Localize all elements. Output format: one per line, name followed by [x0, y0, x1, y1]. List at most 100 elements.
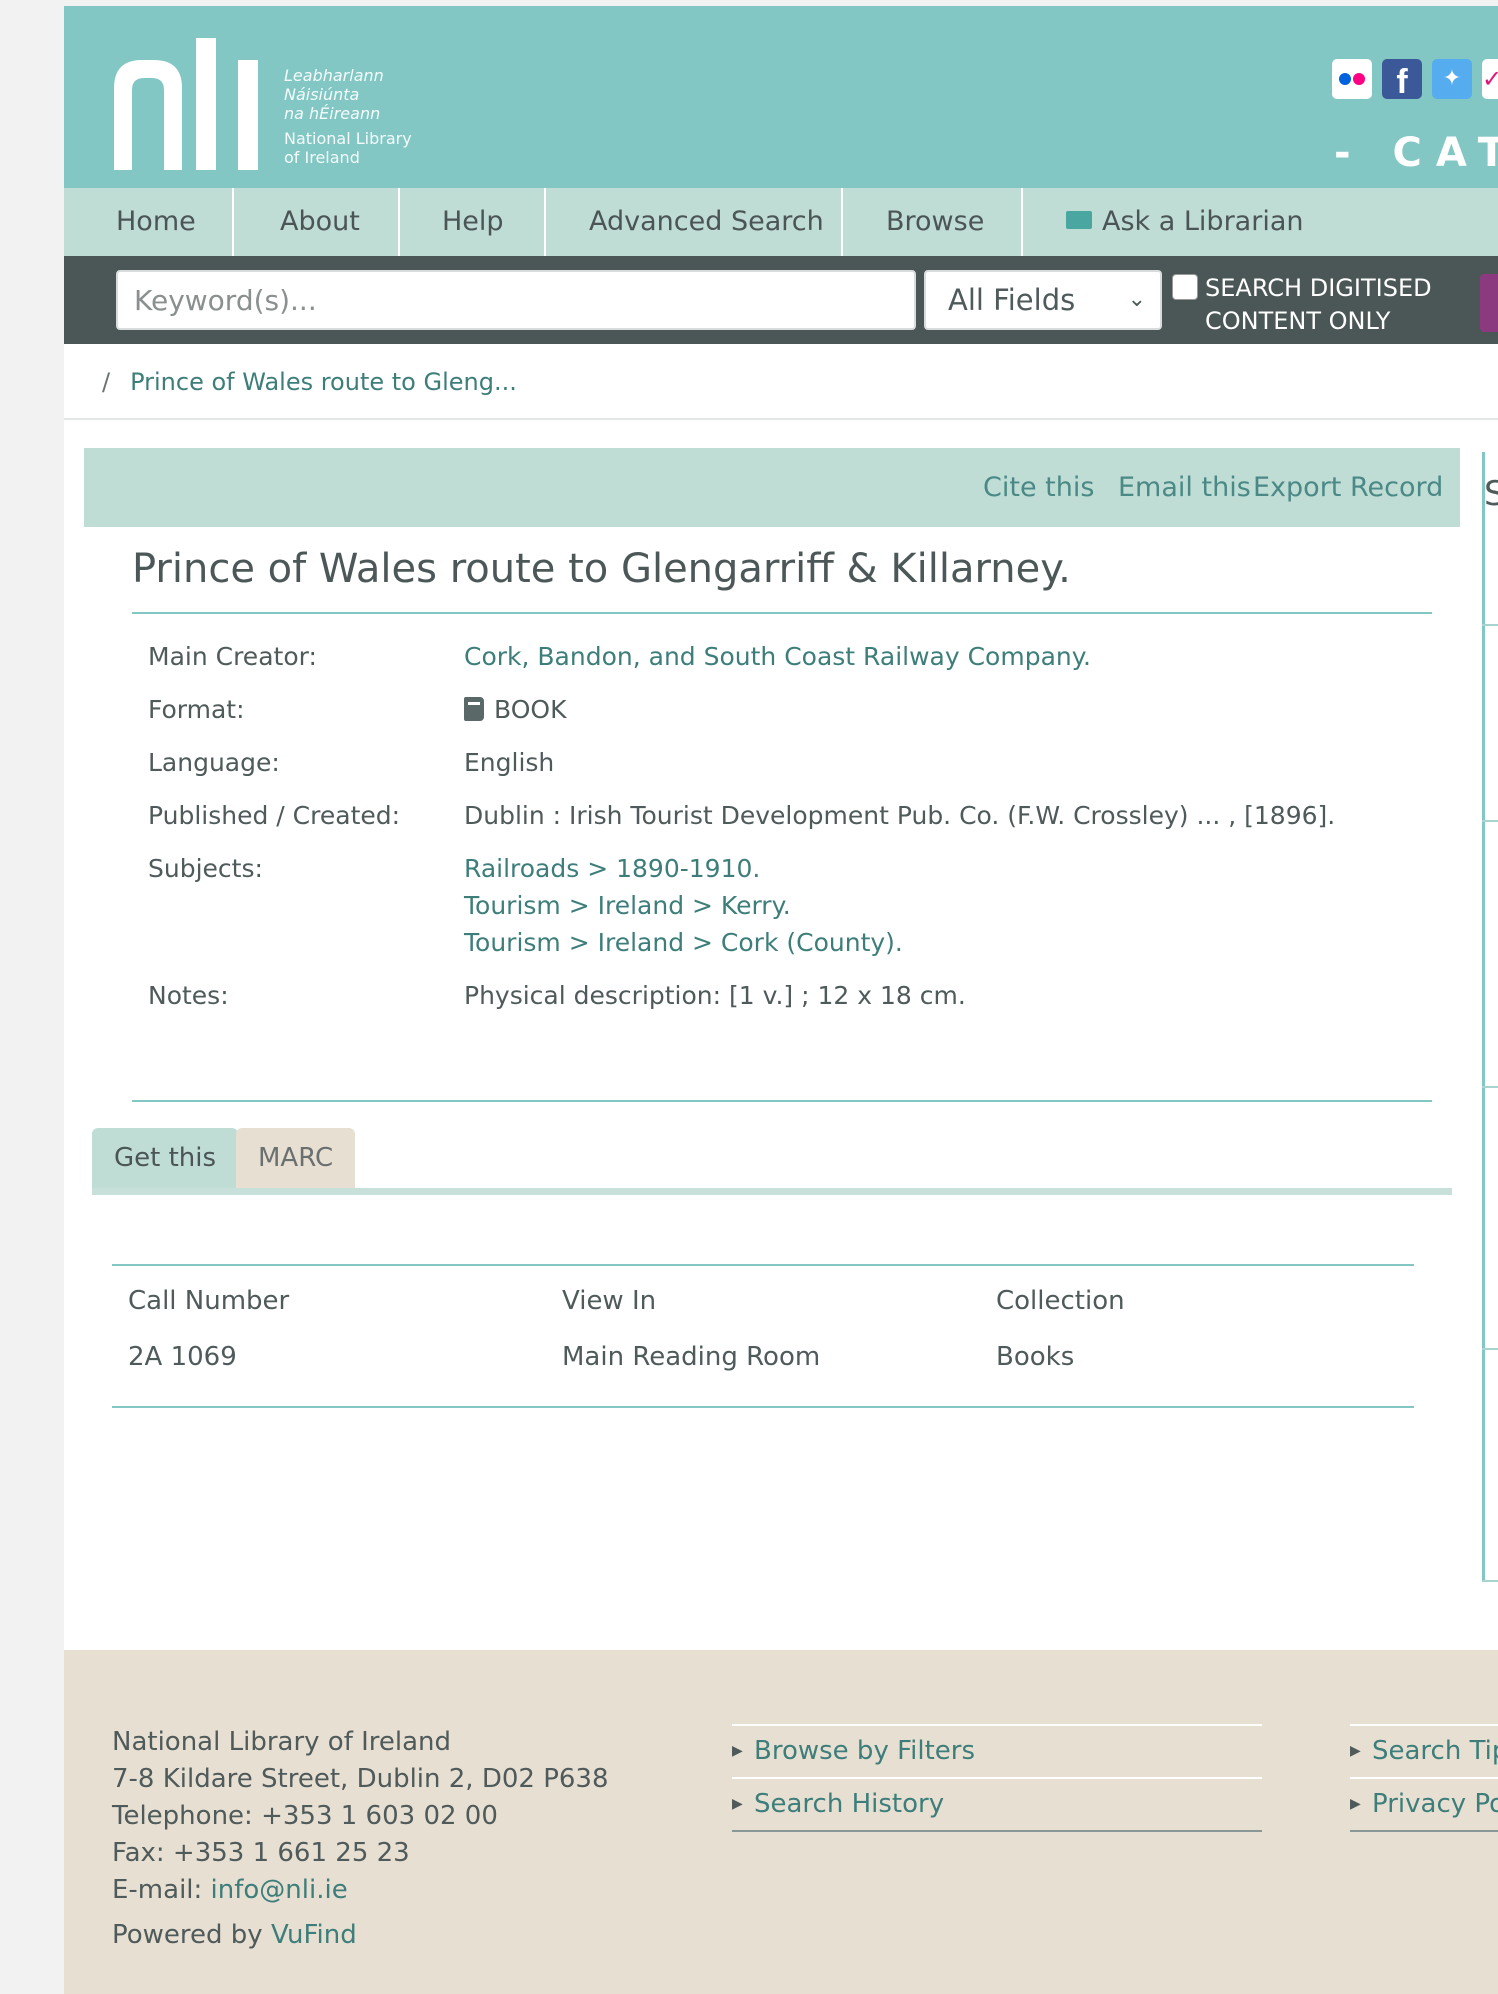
holdings-table: Call Number View In Collection 2A 1069 M…	[112, 1268, 1414, 1386]
footer-email-label: E-mail:	[112, 1875, 203, 1905]
catalogue-heading: - CAT	[1334, 130, 1498, 176]
logo-wordmark: Leabharlann Náisiúnta na hÉireann Nation…	[284, 66, 412, 167]
subject-line: Railroads > 1890-1910.	[464, 854, 761, 883]
nav-help[interactable]: Help	[442, 188, 504, 256]
footer-email-link[interactable]: info@nli.ie	[211, 1875, 348, 1905]
logo-irish-line: Náisiúnta	[284, 85, 360, 104]
footer-link-label: Search History	[754, 1789, 945, 1819]
detail-label: Format:	[148, 695, 245, 724]
subject-line: Tourism > Ireland > Cork (County).	[464, 928, 903, 957]
flickr-icon[interactable]	[1332, 59, 1372, 99]
title-divider	[132, 612, 1432, 614]
record-details: Main Creator: Cork, Bandon, and South Co…	[148, 638, 1448, 1030]
tab-marc[interactable]: MARC	[236, 1128, 356, 1188]
book-icon	[464, 697, 484, 721]
footer-link-search-tips[interactable]: ▶ Search Tips	[1350, 1724, 1498, 1777]
details-divider	[132, 1100, 1432, 1102]
subject-link[interactable]: Kerry.	[721, 891, 791, 920]
social-links: f ✦ ✓	[1332, 59, 1498, 101]
subject-link[interactable]: Ireland	[598, 891, 684, 920]
breadcrumb-separator: /	[102, 368, 111, 396]
column-header-view-in: View In	[562, 1286, 657, 1316]
footer-link-privacy-policy[interactable]: ▶ Privacy Policy	[1350, 1777, 1498, 1832]
subject-link[interactable]: Tourism	[464, 928, 561, 957]
footer-links-col2: ▶ Search Tips ▶ Privacy Policy	[1350, 1724, 1498, 1832]
facebook-icon[interactable]: f	[1382, 59, 1422, 101]
footer-link-label: Browse by Filters	[754, 1736, 976, 1766]
nav-divider	[398, 188, 400, 256]
subject-link[interactable]: Ireland	[598, 928, 684, 957]
footer-link-browse-filters[interactable]: ▶ Browse by Filters	[732, 1724, 1262, 1777]
footer-links-col1: ▶ Browse by Filters ▶ Search History	[732, 1724, 1262, 1832]
cite-this-link[interactable]: Cite this	[983, 448, 1094, 527]
nav-divider	[1021, 188, 1023, 256]
detail-row-creator: Main Creator: Cork, Bandon, and South Co…	[148, 638, 1448, 691]
footer-email-line: E-mail: info@nli.ie	[112, 1872, 609, 1909]
main-nav: Home About Help Advanced Search Browse A…	[64, 188, 1498, 256]
footer-telephone: Telephone: +353 1 603 02 00	[112, 1801, 498, 1831]
logo-english-line: of Ireland	[284, 148, 360, 167]
nav-home[interactable]: Home	[116, 188, 196, 256]
export-record-link[interactable]: Export Record	[1253, 448, 1443, 527]
email-this-link[interactable]: Email this	[1118, 448, 1251, 527]
format-text: BOOK	[494, 695, 567, 724]
footer-fax: Fax: +353 1 661 25 23	[112, 1838, 410, 1868]
sidebar-divider	[1482, 1086, 1498, 1088]
search-input[interactable]	[116, 270, 916, 330]
nav-divider	[232, 188, 234, 256]
powered-by: Powered by VuFind	[112, 1920, 357, 1950]
instagram-icon[interactable]: ✓	[1482, 59, 1498, 99]
breadcrumb-current[interactable]: Prince of Wales route to Gleng...	[130, 368, 517, 396]
table-row: 2A 1069 Main Reading Room Books	[112, 1330, 1414, 1386]
tab-underline	[92, 1188, 1452, 1195]
nav-advanced-search[interactable]: Advanced Search	[589, 188, 824, 256]
footer-link-label: Search Tips	[1372, 1736, 1498, 1766]
search-field-select[interactable]: All Fields ⌄	[924, 270, 1162, 330]
powered-by-label: Powered by	[112, 1920, 263, 1950]
format-value: BOOK	[464, 691, 1448, 744]
nav-divider	[841, 188, 843, 256]
subject-link[interactable]: Railroads	[464, 854, 579, 883]
footer-link-search-history[interactable]: ▶ Search History	[732, 1777, 1262, 1832]
nav-ask-librarian[interactable]: Ask a Librarian	[1066, 188, 1303, 256]
detail-label: Language:	[148, 748, 280, 777]
tab-get-this[interactable]: Get this	[92, 1128, 239, 1188]
column-header-collection: Collection	[996, 1286, 1125, 1316]
search-bar: All Fields ⌄ SEARCH DIGITISED CONTENT ON…	[64, 256, 1498, 344]
nli-logo[interactable]	[114, 38, 262, 170]
triangle-right-icon: ▶	[1350, 1743, 1361, 1759]
vufind-link[interactable]: VuFind	[271, 1920, 357, 1950]
footer-link-label: Privacy Policy	[1372, 1789, 1498, 1819]
sidebar-panel	[1482, 452, 1498, 1582]
nav-about[interactable]: About	[280, 188, 360, 256]
digitised-only-checkbox[interactable]	[1172, 274, 1198, 300]
subject-line: Tourism > Ireland > Kerry.	[464, 891, 791, 920]
detail-row-published: Published / Created: Dublin : Irish Tour…	[148, 797, 1448, 850]
sidebar-heading: S	[1484, 474, 1498, 514]
notes-value: Physical description: [1 v.] ; 12 x 18 c…	[464, 981, 966, 1010]
search-button[interactable]	[1480, 274, 1498, 332]
detail-row-subjects: Subjects: Railroads > 1890-1910. Tourism…	[148, 850, 1448, 977]
collection-value: Books	[996, 1342, 1075, 1372]
digitised-only-label: SEARCH DIGITISED CONTENT ONLY	[1205, 274, 1432, 335]
breadcrumb: / Prince of Wales route to Gleng...	[102, 368, 517, 396]
sidebar-divider	[1482, 624, 1498, 626]
logo-irish-line: Leabharlann	[284, 66, 384, 85]
holdings-bottom-rule	[112, 1406, 1414, 1408]
logo-english-line: National Library	[284, 129, 412, 148]
footer-org-name: National Library of Ireland	[112, 1727, 452, 1757]
search-field-selected: All Fields	[948, 283, 1076, 317]
subject-link[interactable]: Tourism	[464, 891, 561, 920]
twitter-icon[interactable]: ✦	[1432, 59, 1472, 99]
divider	[64, 418, 1498, 420]
subject-link[interactable]: 1890-1910.	[616, 854, 760, 883]
detail-label: Notes:	[148, 981, 229, 1010]
record-toolbar: Cite this Email this Export Record	[84, 448, 1460, 527]
nav-browse[interactable]: Browse	[886, 188, 984, 256]
detail-row-format: Format: BOOK	[148, 691, 1448, 744]
envelope-icon	[1066, 210, 1092, 229]
detail-label: Subjects:	[148, 854, 263, 883]
subject-link[interactable]: Cork (County).	[721, 928, 903, 957]
main-creator-link[interactable]: Cork, Bandon, and South Coast Railway Co…	[464, 638, 1448, 691]
sidebar-divider	[1482, 1348, 1498, 1350]
